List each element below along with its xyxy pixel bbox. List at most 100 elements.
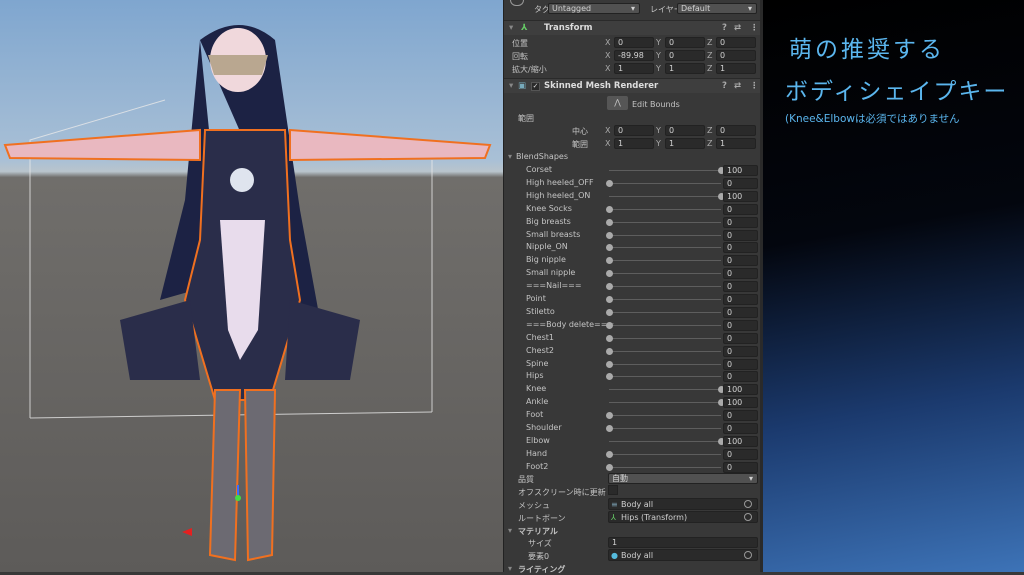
- preset-icon[interactable]: ⇄: [734, 21, 741, 36]
- blendshape-slider-track[interactable]: [609, 299, 721, 300]
- blendshape-value-field[interactable]: 100: [723, 165, 758, 176]
- object-picker-icon[interactable]: [744, 551, 752, 559]
- blendshape-slider-track[interactable]: [609, 260, 721, 262]
- help-icon[interactable]: ?: [722, 21, 727, 36]
- blendshape-value-field[interactable]: 0: [723, 371, 758, 383]
- smr-header[interactable]: ▾ ▣ ✓ Skinned Mesh Renderer ? ⇄ ⋮: [504, 78, 763, 93]
- blendshape-value-field[interactable]: 0: [723, 306, 758, 318]
- blendshape-slider-track[interactable]: [609, 247, 721, 249]
- y-field[interactable]: 0: [665, 37, 705, 48]
- x-field[interactable]: 1: [614, 63, 654, 74]
- y-field[interactable]: 1: [665, 63, 705, 74]
- tag-dropdown[interactable]: Untagged ▾: [548, 3, 640, 14]
- foldout-arrow-icon[interactable]: ▾: [508, 152, 512, 161]
- blendshape-slider-handle[interactable]: [606, 244, 613, 252]
- size-field[interactable]: 1: [608, 537, 758, 548]
- object-picker-icon[interactable]: [744, 513, 752, 521]
- more-options-icon[interactable]: ⋮: [750, 21, 759, 36]
- blendshape-slider-track[interactable]: [609, 415, 721, 417]
- blendshape-value-field[interactable]: 0: [723, 216, 758, 228]
- blendshape-value-field[interactable]: 0: [723, 229, 758, 241]
- x-field[interactable]: -89.98: [614, 50, 654, 61]
- blendshape-value-field[interactable]: 0: [723, 203, 758, 215]
- blendshape-slider-track[interactable]: [609, 170, 721, 171]
- blendshape-value-field[interactable]: 0: [723, 410, 758, 422]
- z-field[interactable]: 1: [716, 138, 756, 149]
- y-field[interactable]: 0: [665, 125, 705, 136]
- blendshape-slider-track[interactable]: [609, 324, 721, 326]
- blendshape-slider-track[interactable]: [609, 363, 721, 365]
- scene-viewport[interactable]: [0, 0, 503, 572]
- object-picker-icon[interactable]: [744, 500, 752, 508]
- blendshape-slider-handle[interactable]: [606, 360, 613, 368]
- blendshape-slider-handle[interactable]: [606, 283, 613, 291]
- layer-dropdown[interactable]: Default ▾: [677, 3, 757, 14]
- blendshape-value-field[interactable]: 0: [723, 461, 758, 473]
- z-field[interactable]: 0: [716, 37, 756, 48]
- x-field[interactable]: 0: [614, 125, 654, 136]
- transform-header[interactable]: ▾ ⅄ Transform ? ⇄ ⋮: [504, 20, 763, 35]
- blendshape-slider-handle[interactable]: [606, 373, 613, 381]
- edit-bounds-button[interactable]: ⋀: [607, 96, 628, 110]
- blendshape-slider-track[interactable]: [609, 182, 721, 184]
- blendshape-slider-track[interactable]: [609, 195, 721, 197]
- blendshape-slider-handle[interactable]: [606, 463, 613, 471]
- blendshape-slider-handle[interactable]: [606, 425, 613, 432]
- z-field[interactable]: 0: [716, 50, 756, 61]
- blendshape-value-field[interactable]: 100: [723, 384, 758, 396]
- enabled-checkbox[interactable]: ✓: [531, 82, 540, 91]
- quality-dropdown[interactable]: 自動 ▾: [608, 473, 758, 484]
- y-field[interactable]: 1: [665, 138, 705, 149]
- blendshape-value-field[interactable]: 0: [723, 242, 758, 254]
- blendshape-value-field[interactable]: 0: [723, 423, 758, 434]
- blendshape-slider-track[interactable]: [609, 376, 721, 378]
- blendshape-value-field[interactable]: 0: [723, 281, 758, 293]
- more-options-icon[interactable]: ⋮: [750, 79, 759, 94]
- mesh-field[interactable]: ≡ Body all: [608, 498, 758, 510]
- foldout-arrow-icon[interactable]: ▾: [509, 21, 513, 36]
- blendshape-slider-handle[interactable]: [606, 179, 613, 187]
- blendshape-value-field[interactable]: 0: [723, 448, 758, 460]
- blendshape-slider-track[interactable]: [609, 389, 721, 391]
- blendshape-value-field[interactable]: 100: [723, 397, 758, 409]
- blendshape-value-field[interactable]: 0: [723, 294, 758, 305]
- blendshape-value-field[interactable]: 100: [723, 190, 758, 202]
- x-field[interactable]: 1: [614, 138, 654, 149]
- blendshape-slider-track[interactable]: [609, 453, 721, 455]
- blendshape-slider-track[interactable]: [609, 440, 721, 442]
- blendshape-slider-track[interactable]: [609, 234, 721, 236]
- preset-icon[interactable]: ⇄: [734, 79, 741, 94]
- foldout-arrow-icon[interactable]: ▾: [509, 79, 513, 94]
- blendshape-value-field[interactable]: 0: [723, 332, 758, 344]
- help-icon[interactable]: ?: [722, 79, 727, 94]
- blendshape-value-field[interactable]: 0: [723, 319, 758, 331]
- blendshape-value-field[interactable]: 0: [723, 268, 758, 280]
- element0-field[interactable]: ● Body all: [608, 549, 758, 561]
- blendshape-slider-handle[interactable]: [606, 321, 613, 329]
- blendshape-slider-handle[interactable]: [606, 257, 613, 265]
- blendshape-slider-handle[interactable]: [606, 205, 613, 213]
- blendshape-slider-track[interactable]: [609, 402, 721, 404]
- blendshape-slider-track[interactable]: [609, 273, 721, 275]
- offscreen-checkbox[interactable]: [608, 485, 618, 495]
- blendshape-slider-track[interactable]: [609, 286, 721, 288]
- blendshape-slider-track[interactable]: [609, 337, 721, 339]
- z-field[interactable]: 0: [716, 125, 756, 136]
- blendshape-slider-track[interactable]: [609, 221, 721, 223]
- y-field[interactable]: 0: [665, 50, 705, 61]
- blendshape-slider-handle[interactable]: [606, 218, 613, 226]
- blendshape-value-field[interactable]: 0: [723, 358, 758, 370]
- blendshape-slider-handle[interactable]: [606, 412, 613, 420]
- blendshape-slider-handle[interactable]: [606, 450, 613, 458]
- blendshape-slider-handle[interactable]: [606, 347, 613, 355]
- blendshape-slider-track[interactable]: [609, 208, 721, 210]
- blendshape-slider-handle[interactable]: [606, 231, 613, 239]
- blendshape-value-field[interactable]: 0: [723, 345, 758, 357]
- blendshape-slider-handle[interactable]: [606, 308, 613, 316]
- x-field[interactable]: 0: [614, 37, 654, 48]
- blendshape-slider-handle[interactable]: [606, 334, 613, 342]
- blendshape-value-field[interactable]: 100: [723, 435, 758, 447]
- blendshape-slider-handle[interactable]: [606, 270, 613, 278]
- blendshape-slider-track[interactable]: [609, 466, 721, 468]
- blendshape-slider-track[interactable]: [609, 350, 721, 352]
